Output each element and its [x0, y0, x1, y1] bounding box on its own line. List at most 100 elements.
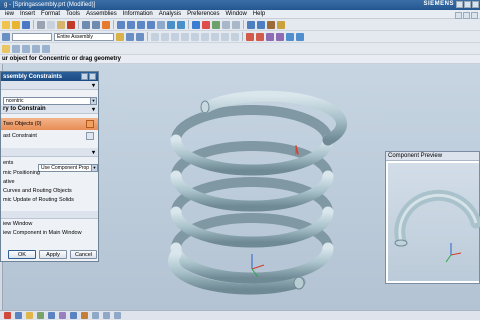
- component-icon[interactable]: [257, 20, 265, 29]
- last-constraint-row[interactable]: ast Constraint: [1, 130, 98, 142]
- point-icon[interactable]: [12, 44, 20, 53]
- pan-icon[interactable]: [137, 20, 145, 29]
- quadrant-icon[interactable]: [211, 32, 219, 41]
- delete-icon[interactable]: [67, 20, 75, 29]
- remove-constraint-icon[interactable]: [86, 132, 94, 140]
- layer-icon[interactable]: [15, 312, 22, 319]
- constraint-type-select[interactable]: ncentric ▼: [3, 97, 97, 105]
- spline-icon[interactable]: [276, 32, 284, 41]
- type-section[interactable]: ▾: [1, 81, 98, 90]
- render-icon[interactable]: [59, 312, 66, 319]
- filter-icon[interactable]: [116, 32, 124, 41]
- control-point-icon[interactable]: [181, 32, 189, 41]
- settings-section[interactable]: ▾: [1, 148, 98, 157]
- undo-icon[interactable]: [82, 20, 90, 29]
- midpoint-icon[interactable]: [171, 32, 179, 41]
- menu-icon[interactable]: [2, 32, 10, 41]
- endpoint-icon[interactable]: [161, 32, 169, 41]
- point-on-curve-icon[interactable]: [221, 32, 229, 41]
- stop-icon[interactable]: [4, 312, 11, 319]
- datum-icon[interactable]: [296, 32, 304, 41]
- preview-component-row[interactable]: iew Component in Main Window: [1, 228, 98, 237]
- measure-icon[interactable]: [232, 20, 240, 29]
- assembly-filter-select[interactable]: Entire Assembly: [54, 32, 114, 41]
- associative-row[interactable]: ative: [1, 177, 98, 186]
- menu-window[interactable]: Window: [222, 11, 249, 17]
- wcs-icon[interactable]: [2, 44, 10, 53]
- menu-view[interactable]: iew: [2, 11, 17, 17]
- menu-insert[interactable]: Insert: [17, 11, 38, 17]
- zoom-icon[interactable]: [127, 20, 135, 29]
- view-icon[interactable]: [157, 20, 165, 29]
- routing-curves-row[interactable]: Curves and Routing Objects: [1, 186, 98, 195]
- type-filter-field[interactable]: [12, 32, 52, 41]
- menu-information[interactable]: Information: [120, 11, 156, 17]
- existing-point-icon[interactable]: [231, 32, 239, 41]
- line-icon[interactable]: [246, 32, 254, 41]
- constraint-icon[interactable]: [267, 20, 275, 29]
- arc-icon[interactable]: [256, 32, 264, 41]
- shade-icon[interactable]: [167, 20, 175, 29]
- close-icon[interactable]: [89, 73, 96, 80]
- menu-format[interactable]: Format: [38, 11, 63, 17]
- minimize-button[interactable]: [456, 1, 463, 8]
- doc-restore-button[interactable]: [463, 12, 470, 19]
- view-icon[interactable]: [48, 312, 55, 319]
- preview-section[interactable]: [1, 211, 98, 219]
- select-icon[interactable]: [70, 312, 77, 319]
- menu-assemblies[interactable]: Assemblies: [83, 11, 120, 17]
- dimension-icon[interactable]: [286, 32, 294, 41]
- assembly-icon[interactable]: [247, 20, 255, 29]
- maximize-button[interactable]: [464, 1, 471, 8]
- cancel-button[interactable]: Cancel: [70, 250, 97, 259]
- menu-help[interactable]: Help: [250, 11, 268, 17]
- section-icon[interactable]: [222, 20, 230, 29]
- redo-icon[interactable]: [92, 20, 100, 29]
- show-icon[interactable]: [114, 312, 121, 319]
- menu-analysis[interactable]: Analysis: [156, 11, 184, 17]
- check-icon[interactable]: [37, 312, 44, 319]
- plane-icon[interactable]: [32, 44, 40, 53]
- positioning-row[interactable]: mic Positioning: [1, 168, 98, 177]
- stop-icon[interactable]: [202, 20, 210, 29]
- close-button[interactable]: [472, 1, 479, 8]
- csys-icon[interactable]: [42, 44, 50, 53]
- curve-icon[interactable]: [266, 32, 274, 41]
- new-file-icon[interactable]: [2, 20, 10, 29]
- assembly-constraints-dialog: ssembly Constraints ▾ ncentric ▼ ry to C…: [0, 71, 99, 262]
- preview-viewport[interactable]: [388, 163, 480, 281]
- start-icon[interactable]: [102, 20, 110, 29]
- intersection-icon[interactable]: [191, 32, 199, 41]
- preview-window-row[interactable]: iew Window: [1, 219, 98, 228]
- paste-icon[interactable]: [57, 20, 65, 29]
- grid-icon[interactable]: [92, 312, 99, 319]
- select-all-icon[interactable]: [136, 32, 144, 41]
- open-icon[interactable]: [12, 20, 20, 29]
- explode-icon[interactable]: [277, 20, 285, 29]
- menu-tools[interactable]: Tools: [63, 11, 83, 17]
- arc-center-icon[interactable]: [201, 32, 209, 41]
- reset-icon[interactable]: [81, 73, 88, 80]
- routing-update-row[interactable]: mic Update of Routing Solids: [1, 195, 98, 204]
- doc-close-button[interactable]: [471, 12, 478, 19]
- menu-preferences[interactable]: Preferences: [184, 11, 222, 17]
- apply-button[interactable]: Apply: [39, 250, 67, 259]
- select-icon[interactable]: [126, 32, 134, 41]
- save-icon[interactable]: [22, 20, 30, 29]
- ok-button[interactable]: OK: [8, 250, 36, 259]
- doc-minimize-button[interactable]: [455, 12, 462, 19]
- layer-icon[interactable]: [192, 20, 200, 29]
- copy-icon[interactable]: [47, 20, 55, 29]
- hide-icon[interactable]: [103, 312, 110, 319]
- wireframe-icon[interactable]: [177, 20, 185, 29]
- cut-icon[interactable]: [37, 20, 45, 29]
- vector-icon[interactable]: [22, 44, 30, 53]
- fit-view-icon[interactable]: [117, 20, 125, 29]
- select-two-objects-row[interactable]: Two Objects (0): [1, 118, 98, 130]
- geometry-section[interactable]: ry to Constrain ▾: [1, 105, 98, 114]
- rotate-icon[interactable]: [147, 20, 155, 29]
- folder-icon[interactable]: [26, 312, 33, 319]
- orient-icon[interactable]: [212, 20, 220, 29]
- snap-icon[interactable]: [151, 32, 159, 41]
- tool-icon[interactable]: [81, 312, 88, 319]
